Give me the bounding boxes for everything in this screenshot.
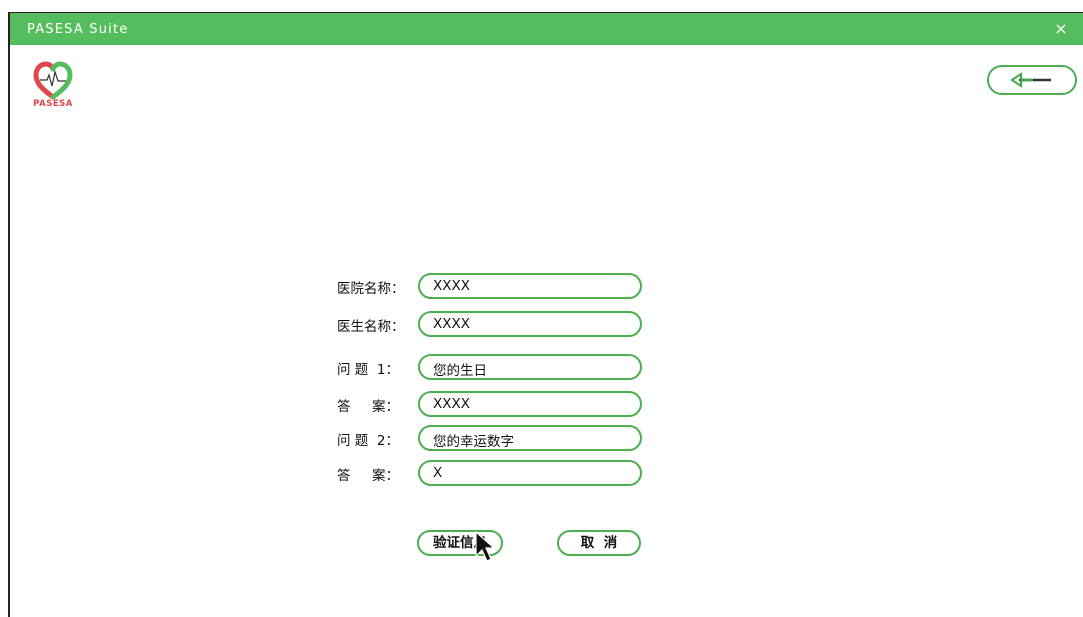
heart-logo-icon xyxy=(33,61,73,100)
answer-2-label: 答 案： xyxy=(337,468,399,484)
question-2-field[interactable]: 您的幸运数字 xyxy=(418,425,642,451)
doctor-name-label: 医生名称： xyxy=(337,319,405,335)
answer-1-label: 答 案： xyxy=(337,399,399,415)
answer-2-field[interactable]: X xyxy=(418,460,642,486)
hospital-name-field[interactable]: XXXX xyxy=(418,273,642,299)
question-1-label: 问 题 1： xyxy=(337,362,399,378)
logo-text: PASESA xyxy=(33,99,73,109)
title-bar: PASESA Suite × xyxy=(10,13,1083,45)
doctor-name-field[interactable]: XXXX xyxy=(418,311,642,337)
back-button[interactable] xyxy=(987,65,1077,95)
pasesa-logo: PASESA xyxy=(24,59,82,111)
arrow-left-icon xyxy=(1010,72,1051,88)
hospital-name-label: 医院名称： xyxy=(337,281,405,297)
question-1-field[interactable]: 您的生日 xyxy=(418,354,642,380)
answer-1-field[interactable]: XXXX xyxy=(418,391,642,417)
window-title: PASESA Suite xyxy=(27,22,129,37)
close-button[interactable]: × xyxy=(1049,18,1073,40)
mouse-pointer-icon xyxy=(475,530,496,562)
cancel-button[interactable]: 取 消 xyxy=(557,530,641,556)
question-2-label: 问 题 2： xyxy=(337,433,399,449)
app-window: PASESA Suite × PASESA 医院名称： XXXX 医生名称： X… xyxy=(8,12,1083,617)
